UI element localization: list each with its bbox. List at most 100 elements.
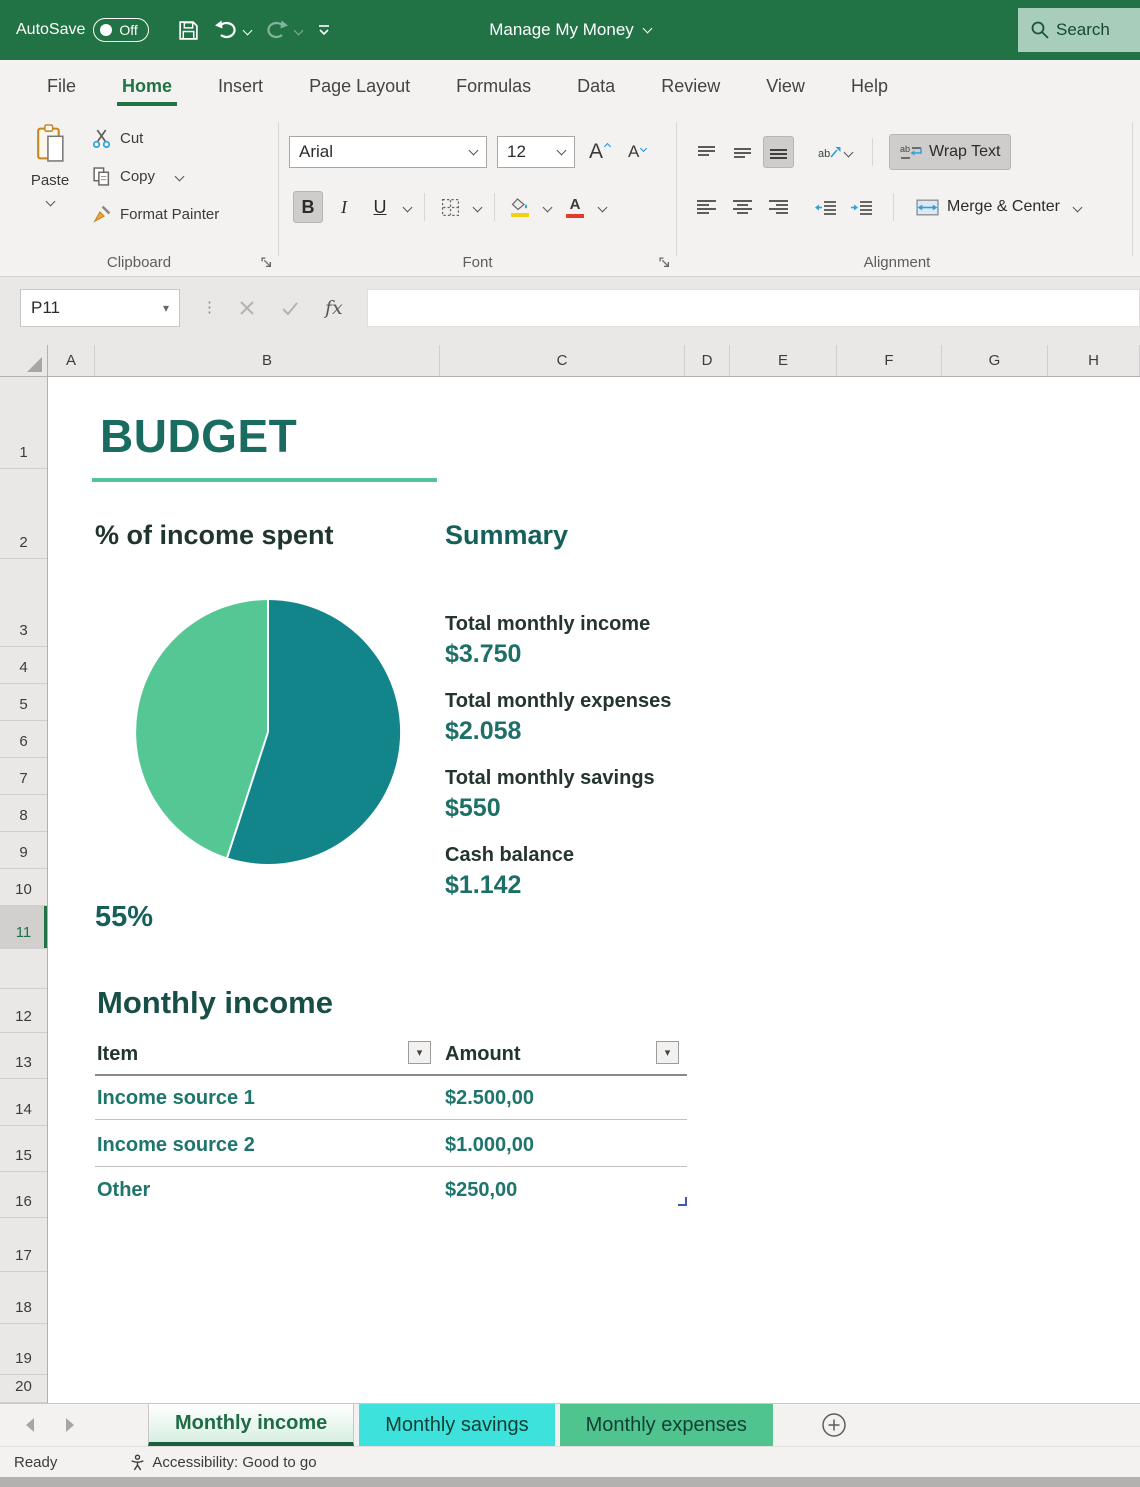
sheet-tab-monthly-expenses[interactable]: Monthly expenses bbox=[559, 1404, 773, 1446]
merge-center-dropdown-icon[interactable] bbox=[1072, 202, 1083, 212]
menu-tab-file[interactable]: File bbox=[24, 60, 99, 112]
align-left-button[interactable] bbox=[691, 191, 721, 223]
formula-bar-handle[interactable]: ⋮ bbox=[202, 300, 217, 315]
sheet-tab-monthly-income[interactable]: Monthly income bbox=[148, 1404, 355, 1446]
row-header-1[interactable]: 1 bbox=[0, 377, 47, 469]
borders-button[interactable] bbox=[435, 191, 465, 223]
clipboard-dialog-launcher-icon[interactable] bbox=[261, 257, 272, 268]
autosave-toggle[interactable]: AutoSave Off bbox=[16, 18, 149, 42]
font-dialog-launcher-icon[interactable] bbox=[659, 257, 670, 268]
autosave-switch[interactable]: Off bbox=[93, 18, 149, 42]
summary-item-value[interactable]: $2.058 bbox=[445, 717, 775, 746]
name-box-dropdown-icon[interactable]: ▾ bbox=[163, 301, 169, 315]
row-header-12[interactable]: 12 bbox=[0, 989, 47, 1033]
select-all-corner[interactable] bbox=[0, 345, 48, 376]
income-table-col-amount[interactable]: Amount bbox=[445, 1043, 521, 1066]
pie-chart[interactable] bbox=[135, 599, 401, 865]
menu-tab-formulas[interactable]: Formulas bbox=[433, 60, 554, 112]
search-box[interactable]: Search bbox=[1018, 8, 1140, 52]
menu-tab-insert[interactable]: Insert bbox=[195, 60, 286, 112]
undo-icon[interactable] bbox=[214, 20, 238, 40]
decrease-font-size-button[interactable]: A bbox=[624, 140, 650, 164]
income-amount-cell[interactable]: $1.000,00 bbox=[445, 1134, 534, 1157]
column-header-e[interactable]: E bbox=[730, 345, 837, 376]
column-header-g[interactable]: G bbox=[942, 345, 1048, 376]
menu-tab-home[interactable]: Home bbox=[99, 60, 195, 112]
align-center-button[interactable] bbox=[727, 191, 757, 223]
decrease-indent-button[interactable] bbox=[811, 191, 841, 223]
row-header-18[interactable]: 18 bbox=[0, 1272, 47, 1324]
percent-spent-label[interactable]: 55% bbox=[95, 901, 153, 934]
row-header-5[interactable]: 5 bbox=[0, 684, 47, 721]
amount-filter-button[interactable]: ▾ bbox=[656, 1041, 679, 1064]
cut-button[interactable]: Cut bbox=[92, 126, 219, 150]
column-header-h[interactable]: H bbox=[1048, 345, 1140, 376]
increase-font-size-button[interactable]: A bbox=[585, 138, 614, 166]
row-header-7[interactable]: 7 bbox=[0, 758, 47, 795]
bold-button[interactable]: B bbox=[293, 191, 323, 223]
row-header-20[interactable]: 20 bbox=[0, 1375, 47, 1403]
column-header-f[interactable]: F bbox=[837, 345, 942, 376]
undo-dropdown-icon[interactable] bbox=[242, 25, 253, 35]
paste-dropdown-icon[interactable] bbox=[45, 196, 55, 207]
font-color-dropdown-icon[interactable] bbox=[597, 202, 608, 212]
income-item-cell[interactable]: Income source 1 bbox=[97, 1087, 255, 1110]
font-name-combobox[interactable]: Arial bbox=[289, 136, 487, 168]
sheet-canvas[interactable]: BUDGET % of income spent Summary 55% Tot… bbox=[48, 377, 1140, 1403]
save-icon[interactable] bbox=[177, 19, 200, 42]
status-mode[interactable]: Ready bbox=[14, 1454, 57, 1471]
copy-button[interactable]: Copy bbox=[92, 164, 219, 188]
next-sheet-icon[interactable] bbox=[66, 1418, 74, 1432]
income-table-col-item[interactable]: Item bbox=[97, 1043, 138, 1066]
summary-item-value[interactable]: $550 bbox=[445, 794, 775, 823]
income-item-cell[interactable]: Income source 2 bbox=[97, 1134, 255, 1157]
fill-color-button[interactable] bbox=[505, 191, 535, 223]
summary-heading[interactable]: Summary bbox=[445, 520, 568, 551]
income-amount-cell[interactable]: $250,00 bbox=[445, 1179, 517, 1202]
row-header-11[interactable]: 11 bbox=[0, 906, 47, 949]
new-sheet-button[interactable] bbox=[820, 1404, 848, 1446]
format-painter-button[interactable]: Format Painter bbox=[92, 202, 219, 226]
ribbon-options-icon[interactable] bbox=[316, 24, 332, 37]
row-header-16[interactable]: 16 bbox=[0, 1172, 47, 1218]
name-box[interactable]: P11 ▾ bbox=[20, 289, 180, 327]
summary-item-value[interactable]: $3.750 bbox=[445, 640, 775, 669]
formula-input[interactable] bbox=[366, 289, 1140, 327]
income-item-cell[interactable]: Other bbox=[97, 1179, 150, 1202]
underline-dropdown-icon[interactable] bbox=[402, 202, 413, 212]
row-header-9[interactable]: 9 bbox=[0, 832, 47, 869]
table-resize-handle[interactable] bbox=[678, 1197, 687, 1206]
align-right-button[interactable] bbox=[763, 191, 793, 223]
borders-dropdown-icon[interactable] bbox=[472, 202, 483, 212]
chart-section-heading[interactable]: % of income spent bbox=[95, 520, 334, 551]
increase-indent-button[interactable] bbox=[847, 191, 877, 223]
font-color-button[interactable]: A bbox=[560, 191, 590, 223]
paste-button[interactable]: Paste bbox=[18, 124, 82, 207]
underline-button[interactable]: U bbox=[365, 191, 395, 223]
menu-tab-review[interactable]: Review bbox=[638, 60, 743, 112]
row-header-2[interactable]: 2 bbox=[0, 469, 47, 559]
row-header-17[interactable]: 17 bbox=[0, 1218, 47, 1272]
summary-item-value[interactable]: $1.142 bbox=[445, 871, 775, 900]
row-header-6[interactable]: 6 bbox=[0, 721, 47, 758]
item-filter-button[interactable]: ▾ bbox=[408, 1041, 431, 1064]
row-header-3[interactable]: 3 bbox=[0, 559, 47, 647]
previous-sheet-icon[interactable] bbox=[26, 1418, 34, 1432]
accessibility-status[interactable]: Accessibility: Good to go bbox=[152, 1454, 316, 1471]
row-header-14[interactable]: 14 bbox=[0, 1079, 47, 1126]
row-header-19[interactable]: 19 bbox=[0, 1324, 47, 1375]
insert-function-icon[interactable]: fx bbox=[325, 297, 343, 319]
align-top-button[interactable] bbox=[691, 136, 721, 168]
fill-color-dropdown-icon[interactable] bbox=[542, 202, 553, 212]
row-header-15[interactable]: 15 bbox=[0, 1126, 47, 1172]
merge-center-button[interactable]: Merge & Center bbox=[910, 190, 1087, 224]
row-header-8[interactable]: 8 bbox=[0, 795, 47, 832]
orientation-dropdown-icon[interactable] bbox=[843, 147, 854, 157]
copy-dropdown-icon[interactable] bbox=[174, 171, 185, 181]
menu-tab-page-layout[interactable]: Page Layout bbox=[286, 60, 433, 112]
row-header-10[interactable]: 10 bbox=[0, 869, 47, 906]
orientation-button[interactable]: ab bbox=[814, 136, 856, 168]
font-size-combobox[interactable]: 12 bbox=[497, 136, 575, 168]
menu-tab-view[interactable]: View bbox=[743, 60, 828, 112]
sheet-tab-monthly-savings[interactable]: Monthly savings bbox=[359, 1404, 555, 1446]
